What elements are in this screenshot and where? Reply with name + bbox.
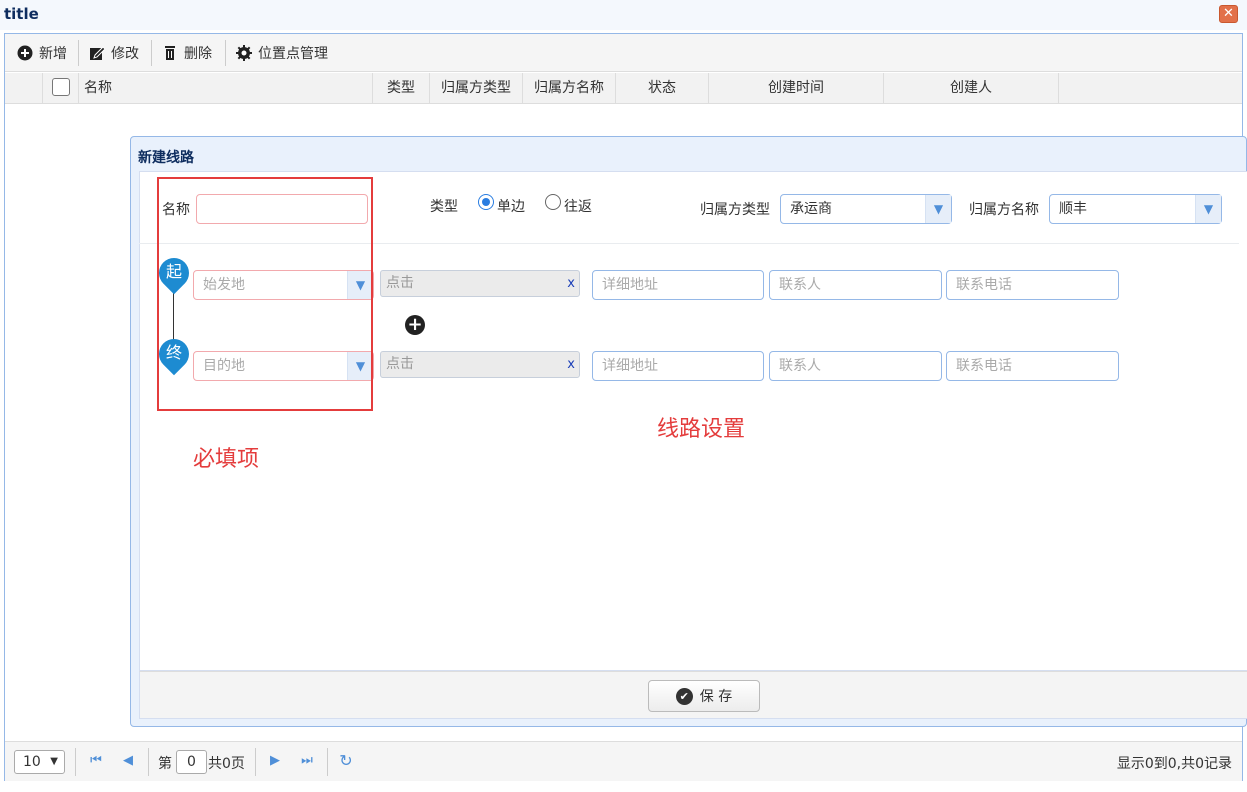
type-option-single: 单边: [497, 199, 525, 215]
owner-name-value: 顺丰: [1059, 201, 1087, 217]
refresh-icon[interactable]: ↻: [339, 753, 353, 769]
chevron-down-icon: ▼: [925, 195, 951, 223]
destination-contact-input[interactable]: 联系人: [769, 351, 942, 381]
add-button[interactable]: 新增: [17, 41, 67, 65]
column-header-owner-name[interactable]: 归属方名称: [523, 73, 616, 103]
window-title: title: [4, 5, 39, 23]
save-button[interactable]: ✔ 保 存: [648, 680, 760, 712]
pager-info: 显示0到0,共0记录: [1116, 756, 1232, 772]
page-total: 共0页: [208, 756, 245, 772]
save-button-label: 保 存: [699, 689, 733, 705]
pager-divider: [148, 748, 149, 776]
column-header-status[interactable]: 状态: [616, 73, 709, 103]
chevron-down-icon: ▼: [50, 756, 58, 767]
close-icon[interactable]: ✕: [1219, 5, 1238, 23]
column-header-type[interactable]: 类型: [373, 73, 430, 103]
type-radio-roundtrip[interactable]: [545, 194, 561, 210]
pagination-bar: 10 ▼ ⏮ ◀ 第 0 共0页 ▶ ⏭ ↻ 显示0到0,共0记录: [5, 741, 1242, 781]
page-prefix: 第: [158, 756, 172, 772]
type-label: 类型: [430, 199, 458, 215]
edit-button[interactable]: 修改: [89, 41, 139, 65]
window-title-bar: title ✕: [0, 0, 1247, 30]
owner-type-select[interactable]: 承运商 ▼: [780, 194, 952, 224]
toolbar: 新增 修改 删除 位置点管理: [5, 34, 1242, 72]
delete-button-label: 删除: [184, 46, 212, 62]
pager-divider: [255, 748, 256, 776]
owner-name-select[interactable]: 顺丰 ▼: [1049, 194, 1222, 224]
page-number-input[interactable]: 0: [176, 750, 207, 774]
select-all-checkbox[interactable]: [52, 78, 70, 96]
toolbar-divider: [225, 40, 226, 66]
next-page-icon[interactable]: ▶: [268, 753, 282, 769]
pager-divider: [75, 748, 76, 776]
origin-address-input[interactable]: 详细地址: [592, 270, 764, 300]
page-size-select[interactable]: 10 ▼: [14, 750, 65, 774]
owner-type-label: 归属方类型: [700, 202, 770, 218]
page-size-value: 10: [23, 754, 41, 770]
pager-divider: [327, 748, 328, 776]
edit-icon: [89, 45, 105, 61]
origin-phone-input[interactable]: 联系电话: [946, 270, 1119, 300]
origin-contact-input[interactable]: 联系人: [769, 270, 942, 300]
add-waypoint-icon[interactable]: +: [405, 315, 425, 335]
owner-type-value: 承运商: [790, 201, 832, 217]
required-annotation: 必填项: [193, 447, 260, 472]
dialog-title: 新建线路: [138, 150, 194, 166]
toolbar-divider: [78, 40, 79, 66]
origin-picker-placeholder: 点击: [386, 275, 414, 291]
grid-rownum-column: [5, 73, 43, 103]
edit-button-label: 修改: [111, 46, 139, 62]
destination-location-picker[interactable]: 点击 x: [380, 351, 580, 378]
first-page-icon[interactable]: ⏮: [89, 753, 103, 769]
column-header-creator[interactable]: 创建人: [884, 73, 1059, 103]
toolbar-divider: [151, 40, 152, 66]
owner-name-label: 归属方名称: [969, 202, 1039, 218]
column-header-owner-type[interactable]: 归属方类型: [430, 73, 523, 103]
column-header-name[interactable]: 名称: [79, 73, 373, 103]
clear-destination-icon[interactable]: x: [567, 352, 575, 377]
destination-address-input[interactable]: 详细地址: [592, 351, 764, 381]
origin-location-picker[interactable]: 点击 x: [380, 270, 580, 297]
location-manage-label: 位置点管理: [258, 46, 328, 62]
delete-button[interactable]: 删除: [162, 41, 212, 65]
chevron-down-icon: ▼: [1195, 195, 1221, 223]
destination-phone-input[interactable]: 联系电话: [946, 351, 1119, 381]
check-circle-icon: ✔: [675, 687, 693, 705]
clear-origin-icon[interactable]: x: [567, 271, 575, 296]
trash-icon: [162, 45, 178, 61]
add-button-label: 新增: [39, 46, 67, 62]
prev-page-icon[interactable]: ◀: [121, 753, 135, 769]
grid-header: 名称 类型 归属方类型 归属方名称 状态 创建时间 创建人: [5, 73, 1242, 104]
type-radio-single[interactable]: [478, 194, 494, 210]
type-option-roundtrip: 往返: [564, 199, 592, 215]
column-header-created-time[interactable]: 创建时间: [709, 73, 884, 103]
route-annotation: 线路设置: [657, 417, 746, 442]
dialog-footer: ✔ 保 存: [139, 671, 1247, 719]
gear-icon: [236, 45, 252, 61]
location-manage-button[interactable]: 位置点管理: [236, 41, 328, 65]
last-page-icon[interactable]: ⏭: [300, 753, 314, 769]
destination-picker-placeholder: 点击: [386, 356, 414, 372]
required-highlight-box: [157, 177, 373, 411]
plus-circle-icon: [17, 45, 33, 61]
